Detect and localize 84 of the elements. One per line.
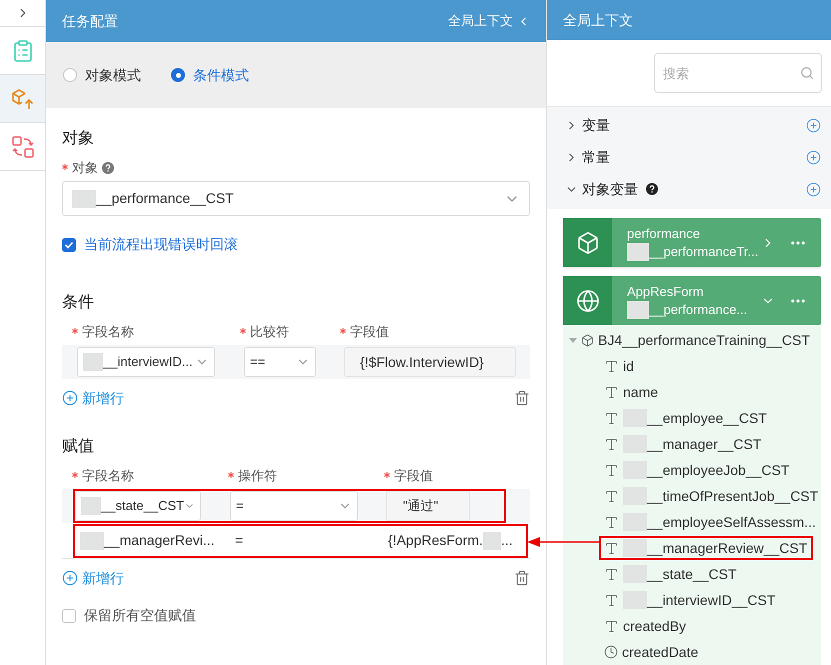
value-text: {!AppResForm. ...: [388, 530, 513, 551]
text-type-icon: [604, 384, 619, 400]
field-select[interactable]: __state__CST: [75, 491, 201, 521]
cube-icon: [576, 230, 600, 254]
variable-type: __performance...: [627, 300, 761, 318]
search-icon: [800, 66, 814, 80]
required-icon: [72, 328, 78, 334]
clock-icon: [604, 645, 618, 659]
trash-icon[interactable]: [514, 390, 530, 406]
text-type-icon: [604, 540, 619, 556]
tree-item[interactable]: name: [599, 380, 664, 404]
text-type-icon: [604, 358, 619, 374]
search-field[interactable]: 搜索: [654, 53, 822, 94]
tree-item[interactable]: __managerReview__CST: [599, 536, 814, 560]
field-label: 对象: [62, 158, 98, 178]
text-type-icon: [604, 488, 619, 504]
variable-name: AppResForm: [627, 282, 705, 300]
checkbox[interactable]: 当前流程出现错误时回滚: [62, 234, 238, 255]
column-label: 字段值: [384, 466, 534, 486]
text-type-icon: [604, 618, 619, 634]
panel-title: 全局上下文: [563, 10, 633, 30]
tree-item[interactable]: __employeeJob__CST: [599, 458, 796, 482]
swap-icon: [10, 134, 34, 158]
column-label: 字段名称: [72, 466, 228, 486]
tree-item[interactable]: __state__CST: [599, 562, 742, 586]
required-icon: [72, 472, 78, 478]
add-icon[interactable]: [806, 182, 821, 196]
variable-name: performance: [627, 224, 701, 242]
tree-item[interactable]: createdDate: [599, 640, 704, 664]
help-icon: [102, 162, 114, 174]
tree-item[interactable]: __timeOfPresentJob__CST: [599, 484, 824, 508]
tree-item[interactable]: __interviewID__CST: [599, 588, 782, 612]
add-icon[interactable]: [806, 118, 821, 132]
value-input[interactable]: {!$Flow.InterviewID}: [344, 347, 516, 377]
caret-icon[interactable]: [569, 336, 577, 344]
panel-title: 任务配置: [62, 12, 118, 30]
mode-radio[interactable]: 对象模式: [63, 64, 141, 86]
group-toggle[interactable]: 变量: [565, 114, 610, 136]
trash-icon[interactable]: [514, 570, 530, 586]
column-label: 比较符: [240, 322, 340, 342]
required-icon: [240, 328, 246, 334]
tree-item[interactable]: __employeeSelfAssessm...: [599, 510, 822, 534]
variable-type: __performanceTr...: [627, 242, 761, 260]
required-icon: [340, 328, 346, 334]
tree-item[interactable]: __manager__CST: [599, 432, 768, 456]
group-toggle[interactable]: 常量: [565, 146, 610, 168]
section-heading: 对象: [62, 128, 95, 149]
cube-icon: [581, 334, 594, 346]
plus-circle-icon: [62, 570, 78, 586]
text-type-icon: [604, 592, 619, 608]
column-label: 操作符: [228, 466, 384, 486]
redaction-mark: [482, 532, 501, 550]
operator-select[interactable]: =: [230, 491, 358, 521]
required-icon: [228, 472, 234, 478]
text-type-icon: [604, 436, 619, 452]
required-icon: [384, 472, 390, 478]
column-label: 字段值: [340, 322, 490, 342]
plus-circle-icon: [62, 390, 78, 406]
tree-item[interactable]: __employee__CST: [599, 406, 773, 430]
help-icon: [646, 183, 658, 195]
mode-radio[interactable]: 条件模式: [171, 64, 249, 86]
field-name: __managerRevi...: [75, 530, 235, 551]
column-label: 字段名称: [72, 322, 240, 342]
text-type-icon: [604, 410, 619, 426]
operator-text: =: [235, 531, 244, 550]
text-type-icon: [604, 462, 619, 478]
operator-select[interactable]: ==: [244, 347, 316, 377]
check-icon: [64, 240, 74, 250]
text-type-icon: [604, 566, 619, 582]
tree-root-label: BJ4__performanceTraining__CST: [598, 330, 810, 350]
tree-item[interactable]: id: [599, 354, 640, 378]
text-type-icon: [604, 514, 619, 530]
group-toggle[interactable]: 对象变量: [565, 178, 658, 200]
tree-item[interactable]: createdBy: [599, 614, 692, 638]
value-input[interactable]: "通过": [386, 491, 470, 521]
field-select[interactable]: __interviewID...: [77, 347, 215, 377]
section-heading: 赋值: [62, 437, 95, 457]
add-icon[interactable]: [806, 150, 821, 164]
checkbox[interactable]: 保留所有空值赋值: [62, 605, 196, 626]
section-heading: 条件: [62, 293, 95, 313]
object-select[interactable]: __performance__CST: [62, 181, 530, 216]
globe-icon: [576, 288, 600, 312]
required-icon: [62, 164, 68, 170]
cube-arrow-icon: [10, 86, 34, 110]
